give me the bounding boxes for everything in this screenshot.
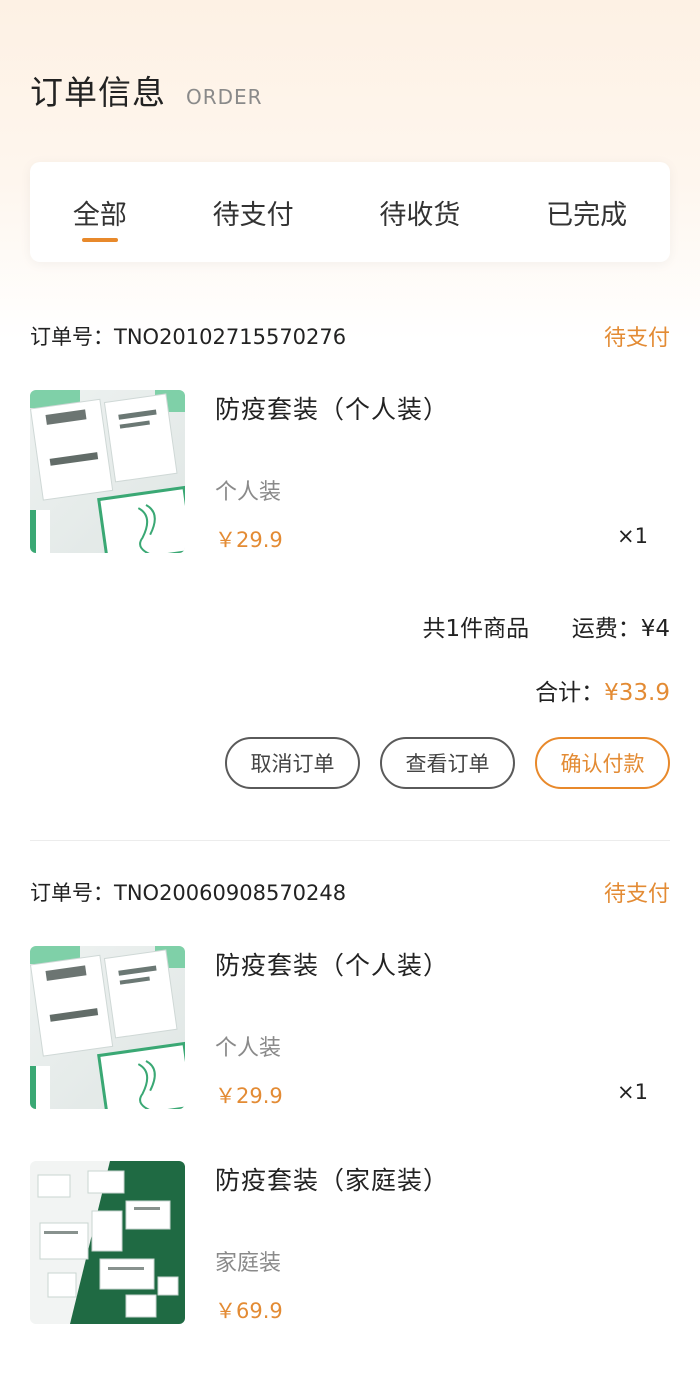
page-header: 订单信息 ORDER: [30, 66, 263, 114]
cancel-order-button[interactable]: 取消订单: [225, 737, 360, 789]
total-value: ¥33.9: [604, 680, 670, 706]
confirm-payment-button[interactable]: 确认付款: [535, 737, 670, 789]
view-order-button[interactable]: 查看订单: [380, 737, 515, 789]
tab-completed[interactable]: 已完成: [546, 162, 627, 262]
product-spec: 个人装: [215, 480, 282, 505]
order-status: 待支付: [603, 326, 670, 351]
product-price: ￥69.9: [215, 1299, 283, 1323]
order-header: 订单号：TNO20102715570276 待支付: [30, 316, 670, 356]
page-subtitle: ORDER: [186, 85, 263, 109]
order-number: 订单号：TNO20060908570248: [30, 881, 347, 905]
product-quantity: ×1: [617, 524, 648, 548]
order-card[interactable]: 订单号：TNO20060908570248 待支付 防疫套装（个人装） 个人装 …: [30, 872, 670, 1324]
page-title: 订单信息: [30, 73, 166, 112]
product-name[interactable]: 防疫套装（个人装）: [215, 946, 449, 982]
tab-all[interactable]: 全部: [73, 162, 127, 262]
tab-pending-payment[interactable]: 待支付: [213, 162, 294, 262]
order-item[interactable]: 防疫套装（家庭装） 家庭装 ￥69.9: [30, 1161, 670, 1324]
product-price: ￥29.9: [215, 1084, 283, 1108]
item-count: 共1件商品: [422, 616, 530, 642]
order-item[interactable]: 防疫套装（个人装） 个人装 ￥29.9 ×1: [30, 390, 670, 553]
order-summary: 共1件商品 运费：¥4: [30, 609, 670, 643]
order-number: 订单号：TNO20102715570276: [30, 325, 347, 349]
order-status: 待支付: [603, 882, 670, 907]
order-card[interactable]: 订单号：TNO20102715570276 待支付 防疫套装（个人装） 个人装 …: [30, 316, 670, 789]
product-quantity: ×1: [617, 1080, 648, 1104]
product-price: ￥29.9: [215, 528, 283, 552]
product-image-family-kit[interactable]: [30, 1161, 185, 1324]
divider: [30, 840, 670, 841]
order-total: 合计：¥33.9: [30, 673, 670, 707]
order-actions: 取消订单 查看订单 确认付款: [30, 737, 670, 789]
order-item[interactable]: 防疫套装（个人装） 个人装 ￥29.9 ×1: [30, 946, 670, 1109]
tab-pending-receipt[interactable]: 待收货: [379, 162, 460, 262]
product-spec: 家庭装: [215, 1251, 282, 1276]
shipping-label: 运费：: [571, 616, 641, 642]
product-image-personal-kit[interactable]: [30, 390, 185, 553]
shipping-value: ¥4: [640, 616, 670, 642]
product-name[interactable]: 防疫套装（家庭装）: [215, 1161, 449, 1197]
product-name[interactable]: 防疫套装（个人装）: [215, 390, 449, 426]
product-spec: 个人装: [215, 1036, 282, 1061]
order-status-tabs: 全部 待支付 待收货 已完成: [30, 162, 670, 262]
total-label: 合计：: [535, 680, 605, 706]
product-image-personal-kit[interactable]: [30, 946, 185, 1109]
order-header: 订单号：TNO20060908570248 待支付: [30, 872, 670, 912]
